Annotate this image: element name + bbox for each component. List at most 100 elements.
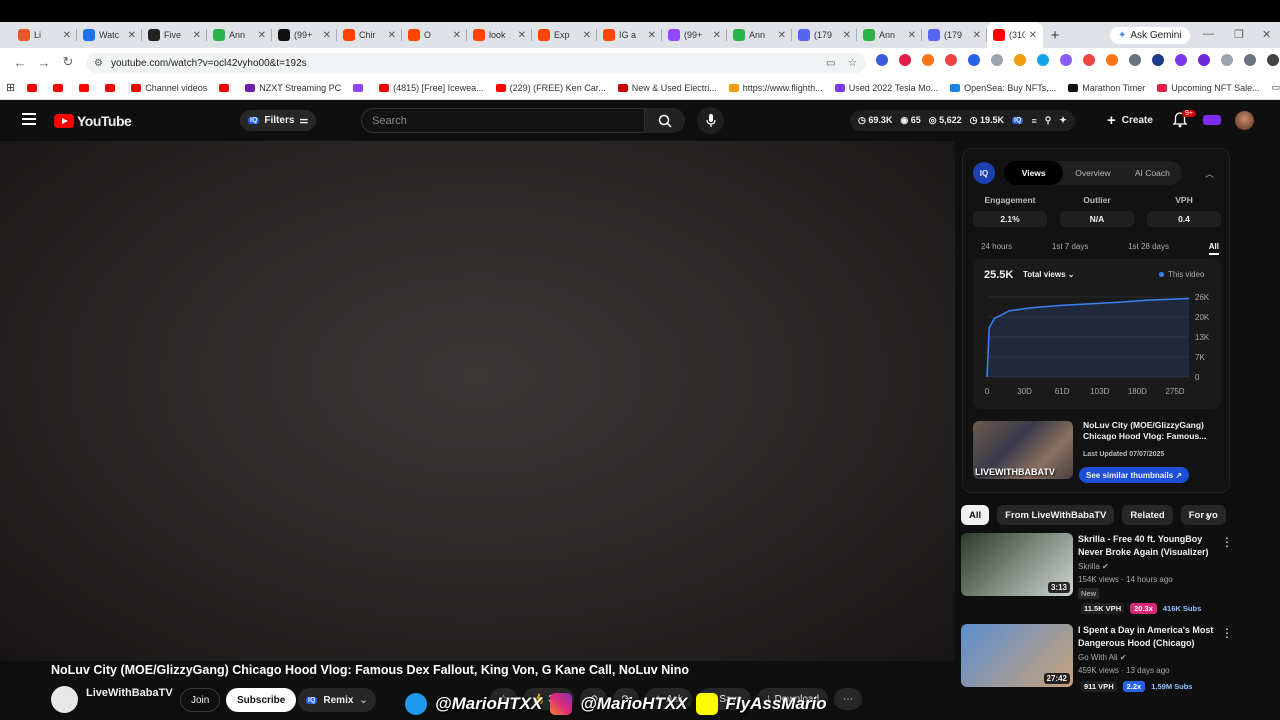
browser-tab[interactable]: Ann ✕ — [727, 22, 792, 48]
extension-icon[interactable] — [1014, 54, 1026, 66]
browser-tab[interactable]: Ann ✕ — [207, 22, 272, 48]
browser-tab[interactable]: look ✕ — [467, 22, 532, 48]
bookmark-item[interactable]: New & Used Electri... — [612, 83, 723, 93]
extension-icon[interactable] — [1152, 54, 1164, 66]
extension-icon[interactable] — [1244, 54, 1256, 66]
extensions-puzzle-icon[interactable] — [1221, 54, 1233, 66]
bookmark-item[interactable]: (229) (FREE) Ken Car... — [490, 83, 612, 93]
extension-icon[interactable] — [922, 54, 934, 66]
bookmark-item[interactable]: Channel videos — [125, 83, 213, 93]
close-tab-icon[interactable]: ✕ — [258, 30, 266, 41]
chip-from-channel[interactable]: From LiveWithBabaTV — [997, 505, 1115, 525]
remix-button[interactable]: IQ Remix ⌄ — [298, 688, 376, 712]
recommended-title[interactable]: I Spent a Day in America's Most Dangerou… — [1078, 624, 1218, 650]
browser-tab[interactable]: O ✕ — [402, 22, 467, 48]
extension-icon[interactable] — [1060, 54, 1072, 66]
range-28d[interactable]: 1st 28 days — [1128, 242, 1169, 255]
close-tab-icon[interactable]: ✕ — [713, 30, 721, 41]
extension-icon[interactable] — [1106, 54, 1118, 66]
more-actions-button[interactable]: ⋯ — [834, 688, 863, 710]
close-tab-icon[interactable]: ✕ — [648, 30, 656, 41]
bookmark-item[interactable] — [21, 83, 47, 92]
tab-overview[interactable]: Overview — [1063, 161, 1122, 185]
ask-gemini-button[interactable]: ✦ Ask Gemini — [1110, 27, 1190, 44]
bookmark-item[interactable] — [213, 83, 239, 92]
search-button[interactable] — [645, 108, 685, 133]
recommended-channel[interactable]: Go With Ali ✔ — [1078, 653, 1127, 662]
join-button[interactable]: Join — [180, 688, 221, 712]
browser-tab[interactable]: (179 ✕ — [792, 22, 857, 48]
close-window-icon[interactable]: ✕ — [1262, 28, 1271, 41]
bookmark-item[interactable]: Marathon Timer — [1062, 83, 1151, 93]
omnibox[interactable]: ⚙ youtube.com/watch?v=ocl42vyho00&t=192s… — [86, 53, 866, 73]
extension-icon[interactable] — [1175, 54, 1187, 66]
youtube-logo[interactable]: YouTube — [54, 113, 132, 129]
close-tab-icon[interactable]: ✕ — [388, 30, 396, 41]
video-thumbnail[interactable]: LIVEWITHBABATV — [973, 421, 1073, 479]
chevron-up-icon[interactable]: ︿ — [1205, 167, 1214, 180]
browser-tab[interactable]: (179 ✕ — [922, 22, 987, 48]
bookmark-star-icon[interactable]: ☆ — [848, 58, 857, 69]
extension-icon[interactable] — [1198, 54, 1210, 66]
tab-ai-coach[interactable]: AI Coach — [1123, 161, 1182, 185]
browser-tab[interactable]: IG a ✕ — [597, 22, 662, 48]
close-tab-icon[interactable]: ✕ — [583, 30, 591, 41]
new-tab-button[interactable]: + — [1043, 27, 1067, 44]
recommended-thumbnail[interactable]: 27:42 — [961, 624, 1073, 687]
browser-tab[interactable]: (310 ✕ — [987, 22, 1043, 48]
browser-tab[interactable]: (99+ ✕ — [662, 22, 727, 48]
browser-tab[interactable]: (99+ ✕ — [272, 22, 337, 48]
bookmark-item[interactable] — [99, 83, 125, 92]
close-tab-icon[interactable]: ✕ — [1029, 30, 1037, 41]
minimize-icon[interactable]: — — [1203, 28, 1214, 40]
bookmark-item[interactable]: NZXT Streaming PC — [239, 83, 347, 93]
reload-icon[interactable]: ↻ — [56, 54, 80, 70]
channel-name[interactable]: LiveWithBabaTV — [86, 687, 173, 699]
close-tab-icon[interactable]: ✕ — [63, 30, 71, 41]
similar-thumbnails-button[interactable]: See similar thumbnails ↗ — [1079, 467, 1190, 483]
extension-purple-icon[interactable] — [1203, 115, 1221, 125]
browser-tab[interactable]: Exp ✕ — [532, 22, 597, 48]
apps-grid-icon[interactable]: ⊞ — [0, 81, 21, 94]
video-player[interactable] — [0, 141, 955, 661]
recommended-title[interactable]: Skrilla - Free 40 ft. YoungBoy Never Bro… — [1078, 533, 1218, 559]
close-tab-icon[interactable]: ✕ — [323, 30, 331, 41]
more-vert-icon[interactable]: ⋮ — [1221, 626, 1233, 640]
chip-all[interactable]: All — [961, 505, 990, 525]
create-button[interactable]: + Create — [1099, 110, 1161, 131]
browser-tab[interactable]: Chir ✕ — [337, 22, 402, 48]
site-info-icon[interactable]: ⚙ — [94, 58, 103, 69]
avatar[interactable] — [1235, 111, 1254, 130]
extension-icon[interactable] — [1037, 54, 1049, 66]
recommended-video[interactable]: 27:42 I Spent a Day in America's Most Da… — [961, 624, 1241, 706]
all-bookmarks[interactable]: ▭All Bookmarks — [1266, 82, 1280, 93]
close-tab-icon[interactable]: ✕ — [453, 30, 461, 41]
browser-tab[interactable]: Five ✕ — [142, 22, 207, 48]
recommended-channel[interactable]: Skrilla ✔ — [1078, 562, 1109, 571]
bookmark-item[interactable]: OpenSea: Buy NFTs,... — [944, 83, 1062, 93]
recommended-video[interactable]: 3:13 Skrilla - Free 40 ft. YoungBoy Neve… — [961, 533, 1241, 615]
menu-icon[interactable] — [22, 113, 36, 125]
subscribe-button[interactable]: Subscribe — [226, 688, 297, 712]
filters-button[interactable]: IQ Filters ⚌ — [240, 110, 317, 131]
browser-tab[interactable]: Li ✕ — [12, 22, 77, 48]
views-mode-select[interactable]: Total views ⌄ — [1023, 270, 1074, 279]
maximize-icon[interactable]: ❐ — [1234, 28, 1244, 41]
bookmark-item[interactable]: Used 2022 Tesla Mo... — [829, 83, 944, 93]
bookmark-item[interactable] — [47, 83, 73, 92]
forward-icon[interactable]: → — [32, 55, 56, 70]
close-tab-icon[interactable]: ✕ — [193, 30, 201, 41]
browser-tab[interactable]: Ann ✕ — [857, 22, 922, 48]
extension-icon[interactable] — [1129, 54, 1141, 66]
search-input[interactable]: Search — [361, 108, 645, 133]
tab-views[interactable]: Views — [1004, 161, 1064, 185]
close-tab-icon[interactable]: ✕ — [518, 30, 526, 41]
range-all[interactable]: All — [1208, 242, 1219, 255]
range-24h[interactable]: 24 hours — [981, 242, 1012, 255]
range-7d[interactable]: 1st 7 days — [1052, 242, 1088, 255]
bookmark-item[interactable]: https://www.flighth... — [723, 83, 829, 93]
chip-related[interactable]: Related — [1122, 505, 1173, 525]
more-vert-icon[interactable]: ⋮ — [1221, 535, 1233, 549]
extension-icon[interactable] — [991, 54, 1003, 66]
chevron-right-icon[interactable]: › — [1205, 509, 1209, 523]
